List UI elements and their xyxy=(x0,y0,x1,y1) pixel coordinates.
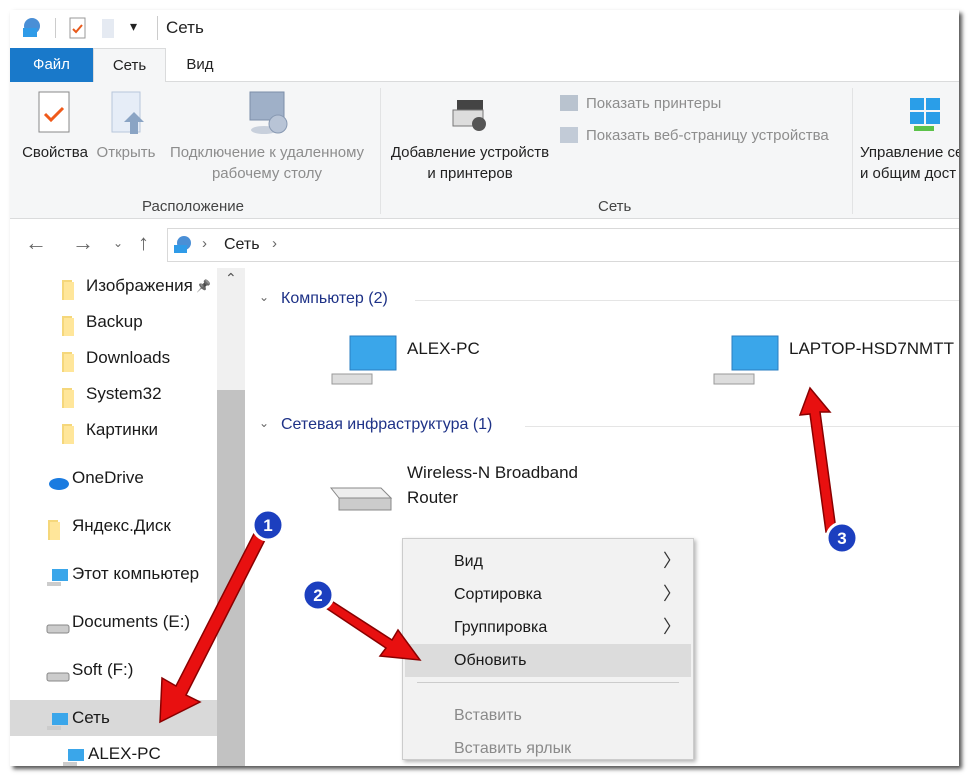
annotation-arrow-1 xyxy=(159,520,271,724)
annotation-arrow-2 xyxy=(325,598,422,661)
badge-1: 1 xyxy=(251,508,285,542)
badge-number: 3 xyxy=(837,529,846,548)
badge-3: 3 xyxy=(825,521,859,555)
badge-number: 1 xyxy=(263,516,272,535)
badge-2: 2 xyxy=(301,578,335,612)
annotation-overlay: 1 2 3 xyxy=(159,386,859,724)
badge-number: 2 xyxy=(313,586,322,605)
annotation-arrow-3 xyxy=(798,386,837,533)
